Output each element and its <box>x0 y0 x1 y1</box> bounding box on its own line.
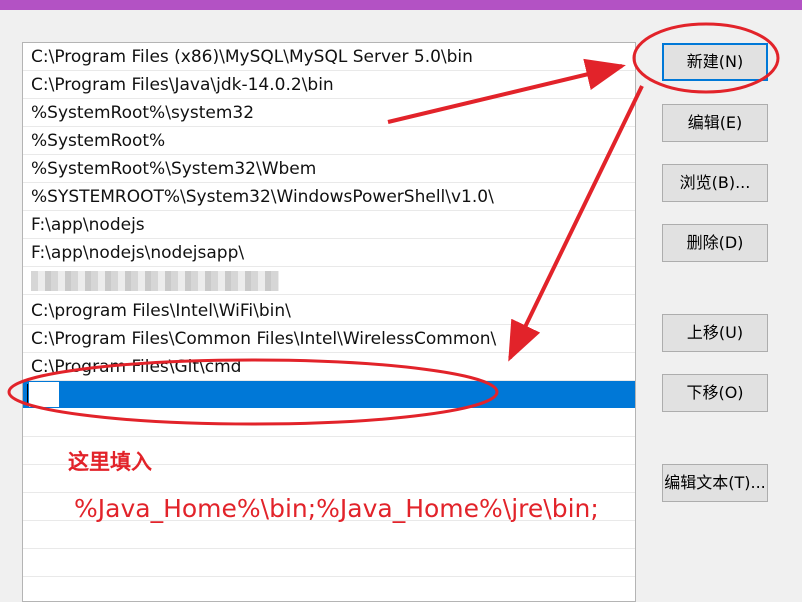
list-item-label: C:\Program Files\Git\cmd <box>31 357 242 377</box>
list-item-empty[interactable] <box>23 521 635 549</box>
annotation-title: 这里填入 <box>68 450 152 474</box>
edit-button[interactable]: 编辑(E) <box>662 104 768 142</box>
list-item-label: %SystemRoot%\system32 <box>31 103 255 123</box>
list-item[interactable]: %SYSTEMROOT%\System32\WindowsPowerShell\… <box>23 183 635 211</box>
list-item[interactable]: F:\app\nodejs <box>23 211 635 239</box>
list-item[interactable]: C:\Program Files\Common Files\Intel\Wire… <box>23 325 635 353</box>
list-item[interactable]: C:\Program Files\Java\jdk-14.0.2\bin <box>23 71 635 99</box>
list-item-label: F:\app\nodejs <box>31 215 145 235</box>
list-item-label: %SystemRoot% <box>31 131 166 151</box>
list-item-label: %SystemRoot%\System32\Wbem <box>31 159 317 179</box>
move-up-button[interactable]: 上移(U) <box>662 314 768 352</box>
list-item[interactable]: F:\app\nodejs\nodejsapp\ <box>23 239 635 267</box>
list-item-redacted[interactable]: ███████████████████ <box>23 267 635 295</box>
list-item-empty[interactable] <box>23 549 635 577</box>
list-item[interactable]: %SystemRoot%\system32 <box>23 99 635 127</box>
list-item[interactable]: C:\program Files\Intel\WiFi\bin\ <box>23 297 635 325</box>
delete-button[interactable]: 删除(D) <box>662 224 768 262</box>
new-entry-input[interactable] <box>28 381 60 408</box>
window-title-bar <box>0 0 802 10</box>
list-item-label: C:\Program Files\Common Files\Intel\Wire… <box>31 329 497 349</box>
list-item-label: C:\Program Files (x86)\MySQL\MySQL Serve… <box>31 47 473 67</box>
annotation-path-value: %Java_Home%\bin;%Java_Home%\jre\bin; <box>74 494 599 523</box>
list-item-label: C:\Program Files\Java\jdk-14.0.2\bin <box>31 75 334 95</box>
list-item-selected[interactable] <box>23 381 635 408</box>
list-item-label: F:\app\nodejs\nodejsapp\ <box>31 243 245 263</box>
list-item[interactable]: C:\Program Files (x86)\MySQL\MySQL Serve… <box>23 43 635 71</box>
list-item-label: %SYSTEMROOT%\System32\WindowsPowerShell\… <box>31 187 494 207</box>
edit-text-button[interactable]: 编辑文本(T)... <box>662 464 768 502</box>
list-item-empty[interactable] <box>23 409 635 437</box>
list-item-label: ███████████████████ <box>31 271 280 291</box>
browse-button[interactable]: 浏览(B)... <box>662 164 768 202</box>
new-button[interactable]: 新建(N) <box>662 43 768 81</box>
list-item[interactable]: C:\Program Files\Git\cmd <box>23 353 635 381</box>
list-item-label: C:\program Files\Intel\WiFi\bin\ <box>31 301 291 321</box>
list-item[interactable]: %SystemRoot%\System32\Wbem <box>23 155 635 183</box>
text-caret <box>27 384 28 404</box>
move-down-button[interactable]: 下移(O) <box>662 374 768 412</box>
list-item[interactable]: %SystemRoot% <box>23 127 635 155</box>
